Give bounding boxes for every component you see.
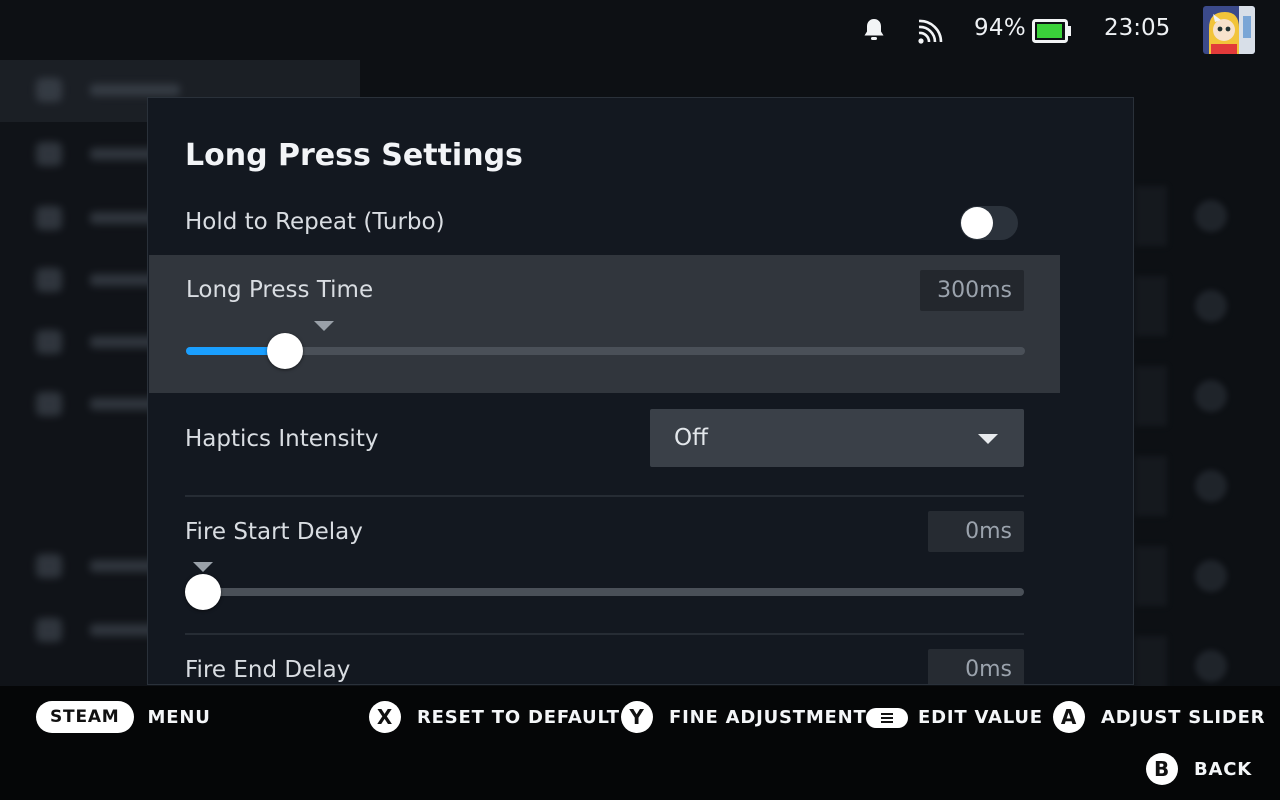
clock: 23:05: [1104, 15, 1171, 41]
legend-edit-value[interactable]: EDIT VALUE: [866, 707, 1043, 728]
default-value-marker: [193, 562, 213, 572]
fire-end-delay-value[interactable]: 0ms: [928, 649, 1024, 684]
legend-back[interactable]: B BACK: [1146, 753, 1252, 785]
long-press-time-slider[interactable]: [186, 321, 1025, 369]
slider-handle[interactable]: [267, 333, 303, 369]
background-panel-row: [1135, 546, 1245, 606]
menu-button-icon: [866, 707, 908, 728]
long-press-time-label: Long Press Time: [186, 277, 374, 303]
legend-reset-label: RESET TO DEFAULT: [417, 706, 620, 728]
legend-fine-label: FINE ADJUSTMENT: [669, 706, 867, 728]
long-press-settings-dialog: Long Press Settings Hold to Repeat (Turb…: [147, 97, 1134, 685]
user-avatar[interactable]: [1203, 6, 1255, 54]
default-value-marker: [314, 321, 334, 331]
network-icon: [918, 19, 943, 44]
fire-start-delay-label: Fire Start Delay: [185, 519, 363, 545]
long-press-time-row[interactable]: Long Press Time 300ms: [149, 255, 1060, 393]
fire-start-delay-value[interactable]: 0ms: [928, 511, 1024, 552]
long-press-time-value[interactable]: 300ms: [920, 270, 1024, 311]
battery-icon: [1032, 19, 1071, 43]
dropdown-selected-value: Off: [674, 425, 708, 451]
fire-start-delay-slider[interactable]: [185, 562, 1024, 610]
haptics-intensity-label: Haptics Intensity: [185, 426, 379, 452]
hold-to-repeat-label: Hold to Repeat (Turbo): [185, 209, 445, 235]
chevron-down-icon: [978, 434, 998, 444]
divider: [185, 633, 1024, 635]
b-button-icon: B: [1146, 753, 1178, 785]
notification-bell-icon[interactable]: [860, 16, 888, 44]
background-panel-row: [1135, 366, 1245, 426]
button-legend: STEAM MENU X RESET TO DEFAULT Y FINE ADJ…: [0, 686, 1280, 800]
hold-to-repeat-toggle[interactable]: [960, 206, 1018, 240]
a-button-icon: A: [1053, 701, 1085, 733]
toggle-knob: [961, 207, 993, 239]
dialog-title: Long Press Settings: [185, 138, 523, 173]
divider: [185, 495, 1024, 497]
battery-percentage: 94%: [974, 15, 1027, 41]
legend-back-label: BACK: [1194, 758, 1253, 780]
legend-adjust-slider[interactable]: A ADJUST SLIDER: [1053, 701, 1265, 733]
background-panel-row: [1135, 186, 1245, 246]
x-button-icon: X: [369, 701, 401, 733]
status-bar: 94% 23:05: [0, 0, 1280, 60]
fire-end-delay-label: Fire End Delay: [185, 657, 351, 683]
legend-adjust-label: ADJUST SLIDER: [1101, 706, 1266, 728]
legend-menu-label: MENU: [147, 706, 211, 728]
legend-reset-to-default[interactable]: X RESET TO DEFAULT: [369, 701, 620, 733]
background-panel-row: [1135, 456, 1245, 516]
background-panel-row: [1135, 276, 1245, 336]
legend-steam-menu[interactable]: STEAM MENU: [36, 701, 211, 733]
steam-button-icon: STEAM: [36, 701, 134, 733]
legend-edit-label: EDIT VALUE: [918, 707, 1043, 728]
haptics-intensity-dropdown[interactable]: Off: [650, 409, 1024, 467]
slider-handle[interactable]: [185, 574, 221, 610]
legend-fine-adjustment[interactable]: Y FINE ADJUSTMENT: [621, 701, 867, 733]
y-button-icon: Y: [621, 701, 653, 733]
